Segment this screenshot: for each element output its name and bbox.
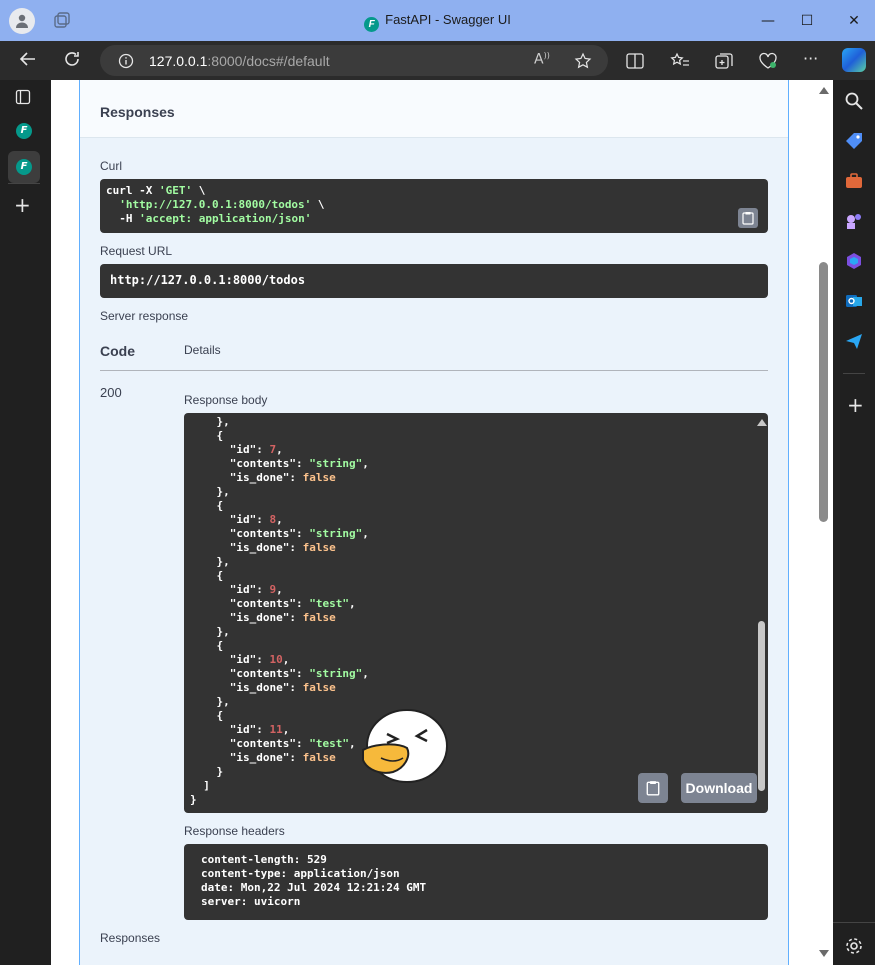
page-scrollbar[interactable] (816, 80, 830, 965)
url-text: 127.0.0.1:8000/docs#/default (149, 53, 330, 69)
responses-header: Responses (80, 80, 788, 138)
scroll-up-arrow[interactable] (819, 87, 829, 94)
json-id-value: 7 (269, 443, 277, 456)
games-icon[interactable] (844, 211, 864, 231)
details-column-header: Details (184, 343, 221, 357)
fastapi-icon: F (16, 159, 32, 175)
json-id-value: 9 (269, 583, 277, 596)
favorites-icon[interactable] (670, 52, 690, 70)
curl-label: Curl (100, 159, 123, 173)
microsoft-365-icon[interactable] (844, 251, 864, 271)
download-button[interactable]: Download (681, 773, 757, 803)
json-contents-value: "test" (309, 597, 349, 610)
outlook-icon[interactable] (844, 291, 864, 311)
response-body-json: }, { "id": 7, "contents": "string", "is_… (190, 415, 369, 806)
json-contents-value: "string" (309, 457, 363, 470)
new-tab-icon[interactable]: + (14, 193, 31, 217)
divider (8, 183, 40, 184)
fastapi-icon: F (364, 17, 380, 32)
responses-title: Responses (100, 104, 175, 120)
close-button[interactable]: ✕ (834, 8, 874, 34)
json-is-done-value: false (302, 471, 336, 484)
read-aloud-icon[interactable]: A)) (534, 51, 550, 68)
window-title: F FastAPI - Swagger UI (0, 12, 875, 32)
edge-sidebar: + (833, 80, 875, 965)
json-is-done-value: false (302, 751, 336, 764)
response-body-block: }, { "id": 7, "contents": "string", "is_… (184, 413, 768, 813)
copy-curl-button[interactable] (738, 208, 758, 228)
json-id-value: 10 (269, 653, 283, 666)
scroll-up-arrow[interactable] (757, 419, 767, 426)
split-screen-icon[interactable] (626, 53, 644, 69)
gear-icon[interactable] (844, 936, 864, 956)
response-headers-block: content-length: 529 content-type: applic… (184, 844, 768, 920)
page-viewport: Responses Curl curl -X 'GET' \ 'http://1… (51, 80, 833, 965)
responses-footer-label: Responses (100, 931, 161, 945)
json-contents-value: "string" (309, 527, 363, 540)
tab-fastapi-2[interactable]: F (8, 151, 40, 183)
navigation-bar: 127.0.0.1:8000/docs#/default A)) ··· (0, 41, 875, 80)
title-bar: F FastAPI - Swagger UI — ☐ ✕ (0, 0, 875, 41)
favorite-star-icon[interactable] (574, 52, 592, 70)
clipboard-icon (742, 212, 754, 225)
info-icon[interactable] (118, 53, 134, 69)
response-code: 200 (100, 385, 122, 400)
json-contents-value: "test" (309, 737, 349, 750)
divider (833, 922, 875, 923)
page-scroll-thumb[interactable] (819, 262, 828, 522)
vertical-tabs-sidebar: F F + (0, 80, 46, 965)
maximize-button[interactable]: ☐ (787, 8, 827, 34)
request-url-block: http://127.0.0.1:8000/todos (100, 264, 768, 298)
json-is-done-value: false (302, 541, 336, 554)
curl-code-block: curl -X 'GET' \ 'http://127.0.0.1:8000/t… (100, 179, 768, 233)
json-is-done-value: false (302, 681, 336, 694)
fastapi-icon: F (16, 123, 32, 139)
collections-icon[interactable] (714, 52, 734, 70)
json-id-value: 8 (269, 513, 277, 526)
server-response-label: Server response (100, 309, 189, 323)
divider (843, 373, 865, 374)
copy-response-button[interactable] (638, 773, 668, 803)
scroll-thumb[interactable] (758, 621, 765, 791)
response-headers-label: Response headers (184, 824, 285, 838)
response-headers-text: content-length: 529 content-type: applic… (201, 853, 427, 908)
search-icon[interactable] (844, 91, 864, 111)
json-is-done-value: false (302, 611, 336, 624)
back-icon[interactable] (16, 49, 40, 73)
duck-sticker-image (362, 709, 448, 783)
clipboard-icon (646, 781, 660, 796)
send-icon[interactable] (844, 331, 864, 351)
json-id-value: 11 (269, 723, 283, 736)
table-divider (100, 370, 768, 371)
refresh-icon[interactable] (60, 49, 84, 73)
tools-icon[interactable] (844, 171, 864, 191)
tab-panel-icon[interactable] (15, 89, 31, 105)
json-contents-value: "string" (309, 667, 363, 680)
copilot-icon[interactable] (842, 48, 866, 72)
request-url-label: Request URL (100, 244, 173, 258)
response-body-label: Response body (184, 393, 268, 407)
more-options-icon[interactable]: ··· (803, 49, 818, 68)
minimize-button[interactable]: — (748, 8, 788, 34)
operation-block: Responses Curl curl -X 'GET' \ 'http://1… (79, 80, 789, 965)
tab-fastapi-1[interactable]: F (8, 115, 40, 147)
add-sidebar-app-icon[interactable]: + (847, 393, 864, 417)
response-body-scrollbar[interactable] (755, 413, 768, 813)
request-url: http://127.0.0.1:8000/todos (110, 273, 306, 287)
browser-essentials-icon[interactable] (758, 52, 778, 70)
address-bar[interactable]: 127.0.0.1:8000/docs#/default A)) (100, 45, 608, 76)
code-column-header: Code (100, 343, 135, 359)
curl-code: curl -X 'GET' \ 'http://127.0.0.1:8000/t… (106, 184, 325, 225)
shopping-tag-icon[interactable] (844, 131, 864, 151)
scroll-down-arrow[interactable] (819, 950, 829, 957)
